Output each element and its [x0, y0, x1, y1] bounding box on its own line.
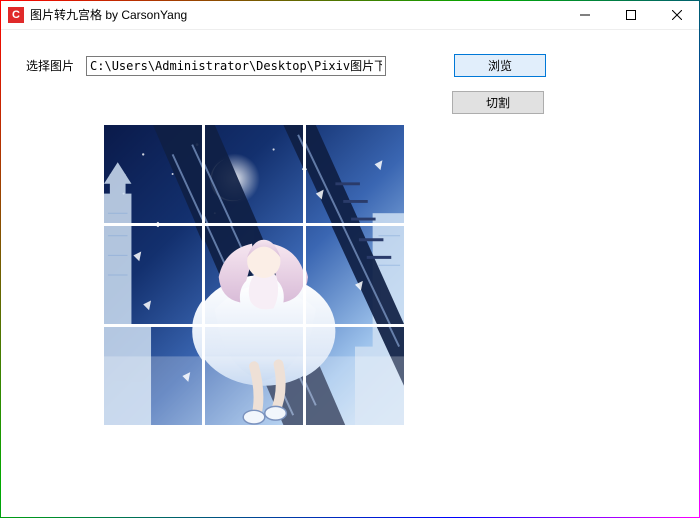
- grid-tile: [306, 125, 404, 223]
- close-button[interactable]: [654, 0, 700, 29]
- titlebar: C 图片转九宫格 by CarsonYang: [0, 0, 700, 30]
- cut-button[interactable]: 切割: [452, 91, 544, 114]
- window-title: 图片转九宫格 by CarsonYang: [30, 6, 187, 23]
- grid-tile: [306, 226, 404, 324]
- grid-tile: [104, 327, 202, 425]
- grid-tile: [104, 125, 202, 223]
- window-controls: [562, 0, 700, 29]
- image-path-input[interactable]: [86, 56, 386, 76]
- select-image-label: 选择图片: [26, 57, 74, 74]
- grid-tile: [205, 327, 303, 425]
- grid-tile: [306, 327, 404, 425]
- minimize-button[interactable]: [562, 0, 608, 29]
- grid-tile: [205, 125, 303, 223]
- nine-grid-preview: [104, 125, 404, 425]
- app-icon: C: [8, 7, 24, 23]
- grid-tile: [104, 226, 202, 324]
- grid-tile: [205, 226, 303, 324]
- browse-button[interactable]: 浏览: [454, 54, 546, 77]
- client-area: 选择图片 浏览 切割: [0, 30, 700, 119]
- maximize-button[interactable]: [608, 0, 654, 29]
